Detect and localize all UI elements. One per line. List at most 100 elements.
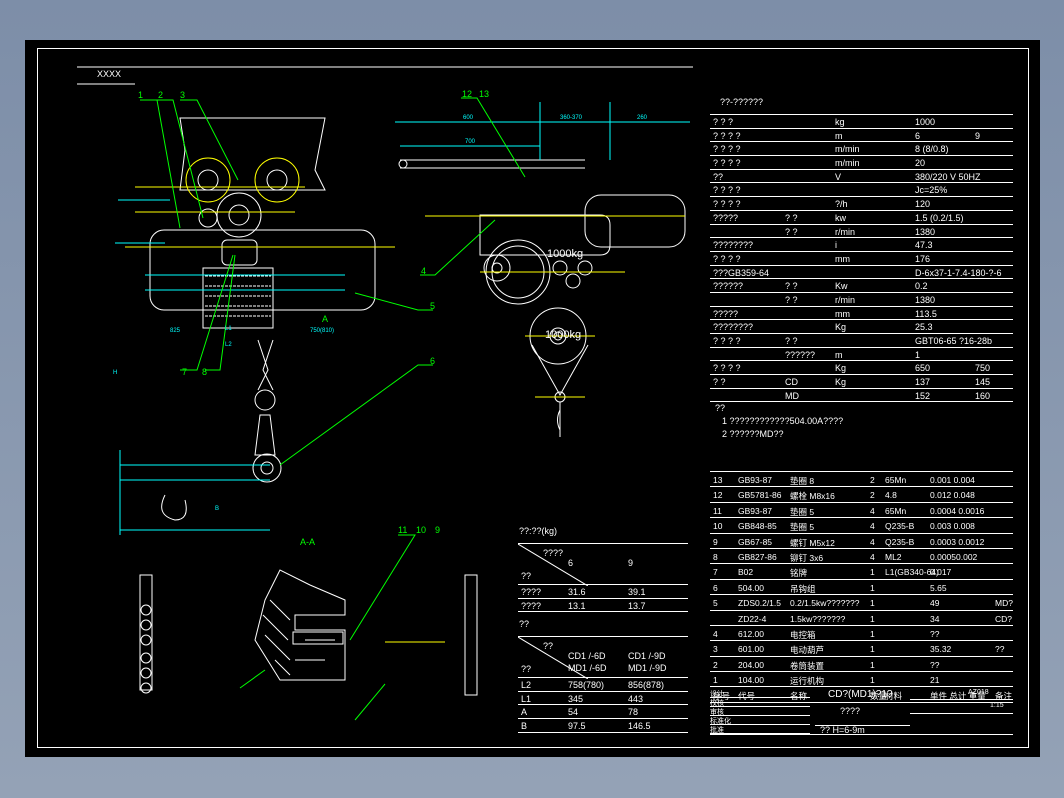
- spec-cell: 120: [915, 199, 931, 210]
- parts-cell: GB93-87: [738, 475, 773, 485]
- parts-row: 11 GB93-87 垫圈 5 4 65Mn 0.0004 0.0016: [710, 503, 1013, 519]
- title-block-cell: 标准化: [710, 716, 810, 725]
- parts-cell: 1: [870, 582, 875, 593]
- dimension-table: ???? CD1 /-6D MD1 /-6D CD1 /-9D MD1 /-9D L2…: [518, 636, 688, 733]
- parts-cell: 0.003 0.008: [930, 521, 975, 532]
- table-cell: 146.5: [628, 721, 651, 732]
- parts-cell: 34: [930, 613, 940, 624]
- spec-cell: 20: [915, 158, 926, 169]
- dim-a: A: [322, 314, 329, 324]
- parts-cell: 1: [870, 613, 875, 624]
- section-label: A-A: [300, 537, 316, 547]
- title-block-cell: 校核: [710, 698, 810, 707]
- spec-cell: ????????: [713, 322, 754, 333]
- balloon-6: 6: [430, 356, 436, 366]
- parts-cell: GB67-85: [738, 536, 773, 547]
- spec-cell: D-6x37-1-7.4-180-?-6: [915, 267, 1002, 278]
- parts-cell: 垫圈 8: [790, 476, 815, 486]
- parts-cell: 2: [713, 659, 718, 670]
- table-header: ?????? 6 9: [518, 543, 688, 586]
- dim-top-a: 600: [463, 115, 474, 121]
- corner-bottom: ??: [521, 571, 532, 581]
- drawing-label: XXXX: [97, 69, 122, 79]
- parts-cell: 3: [713, 644, 718, 655]
- dim-h: H: [113, 370, 118, 376]
- note-2: 2 ??????MD??: [722, 429, 784, 439]
- balloon-1: 1: [138, 90, 144, 100]
- parts-cell: 铭牌: [790, 568, 808, 579]
- spec-row: ? ? ? ? ? ? GBT06-65 ?16-28b: [710, 334, 1013, 348]
- weight-title: ??:??(kg): [519, 526, 558, 536]
- spec-row: ? ? ? ? m/min 20: [710, 156, 1013, 170]
- spec-row: ???????? Kg 25.3: [710, 320, 1013, 334]
- spec-cell: ? ?: [785, 226, 798, 237]
- parts-cell: GB827-86: [738, 551, 777, 562]
- spec-cell: 137: [915, 377, 931, 388]
- title-block-cell: 审核: [710, 707, 810, 716]
- spec-cell: m: [835, 130, 843, 141]
- spec-cell: 25.3: [915, 322, 933, 333]
- parts-row: 12 GB5781-86 螺栓 M8x16 2 4.8 0.012 0.048: [710, 487, 1013, 503]
- spec-row: ???????? i 47.3: [710, 238, 1013, 252]
- spec-cell: ???GB359-64: [713, 267, 770, 278]
- spec-cell: Kw: [835, 281, 848, 292]
- spec-cell: Kg: [835, 322, 847, 333]
- spec-cell: 9: [975, 130, 981, 141]
- spec-cell: 6: [915, 130, 921, 141]
- table-row: A 54 78: [518, 705, 688, 720]
- spec-cell: 1380: [915, 226, 936, 237]
- drawing-code: AZ018: [968, 689, 989, 696]
- spec-cell: ? ? ? ?: [713, 253, 741, 264]
- spec-cell: mm: [835, 253, 850, 264]
- corner-top: ????: [543, 548, 564, 558]
- spec-cell: r/min: [835, 226, 855, 237]
- spec-row: ? ? ? ? m 6 9: [710, 129, 1013, 143]
- spec-row: ? ? ? ? mm 176: [710, 252, 1013, 266]
- parts-cell: 612.00: [738, 628, 764, 639]
- table-cell: 856(878): [628, 680, 665, 690]
- parts-cell: 11: [713, 505, 722, 516]
- parts-row: 4 612.00 电控箱 1??: [710, 626, 1013, 642]
- dim-l2: L2: [225, 342, 232, 348]
- parts-row: 13 GB93-87 垫圈 8 2 65Mn 0.001 0.004: [710, 472, 1013, 488]
- parts-row: 10 GB848-85 垫圈 5 4 Q235-B 0.003 0.008: [710, 518, 1013, 534]
- spec-cell: 1000: [915, 117, 936, 127]
- balloon-12: 12: [462, 89, 473, 99]
- parts-cell: Q235-B: [885, 536, 915, 547]
- spec-cell: 160: [975, 390, 991, 401]
- parts-cell: 0.0003 0.0012: [930, 536, 985, 547]
- spec-row: ????? mm 113.5: [710, 307, 1013, 321]
- spec-cell: ? ?: [785, 336, 798, 346]
- spec-cell: 145: [975, 377, 991, 388]
- parts-row: 9 GB67-85 螺钉 M5x12 4 Q235-B 0.0003 0.0012: [710, 534, 1013, 549]
- table-cell: 78: [628, 707, 639, 718]
- spec-cell: CD: [785, 377, 798, 388]
- cad-canvas[interactable]: XXXX 1 2 3 7 8 12 13 4 5 6 11 10 9 A-A 6…: [25, 40, 1040, 757]
- parts-cell: 4.8: [885, 490, 897, 501]
- parts-cell: 9: [713, 536, 718, 547]
- parts-cell: 0.017: [930, 567, 952, 578]
- spec-cell: ??????: [713, 281, 744, 292]
- parts-cell: 5.65: [930, 582, 947, 593]
- parts-cell: 7: [713, 567, 718, 578]
- parts-cell: 35.32: [930, 644, 952, 655]
- title-sub: ????: [840, 706, 861, 716]
- spec-cell: ?????: [713, 212, 739, 223]
- weight-table: ?????? 6 9???? 31.6 39.1???? 13.1 13.7: [518, 543, 688, 613]
- parts-cell: 1: [870, 675, 875, 686]
- parts-cell: 垫圈 5: [790, 506, 815, 517]
- table-cell: 31.6: [568, 587, 586, 597]
- spec-cell: ? ?: [785, 212, 798, 223]
- spec-cell: m/min: [835, 144, 860, 155]
- parts-list: 13 GB93-87 垫圈 8 2 65Mn 0.001 0.004 12 GB5781-86…: [710, 471, 1013, 703]
- parts-cell: 49: [930, 598, 940, 609]
- table-cell: 13.1: [568, 600, 586, 611]
- parts-cell: 4: [870, 536, 875, 547]
- parts-cell: 204.00: [738, 659, 764, 670]
- spec-cell: MD: [785, 390, 799, 401]
- parts-cell: 104.00: [738, 675, 764, 686]
- title-spec: ?? H=6-9m: [820, 725, 865, 735]
- spec-cell: ? ? ? ?: [713, 144, 741, 155]
- balloon-13: 13: [479, 89, 490, 99]
- dim-b: B: [215, 506, 220, 512]
